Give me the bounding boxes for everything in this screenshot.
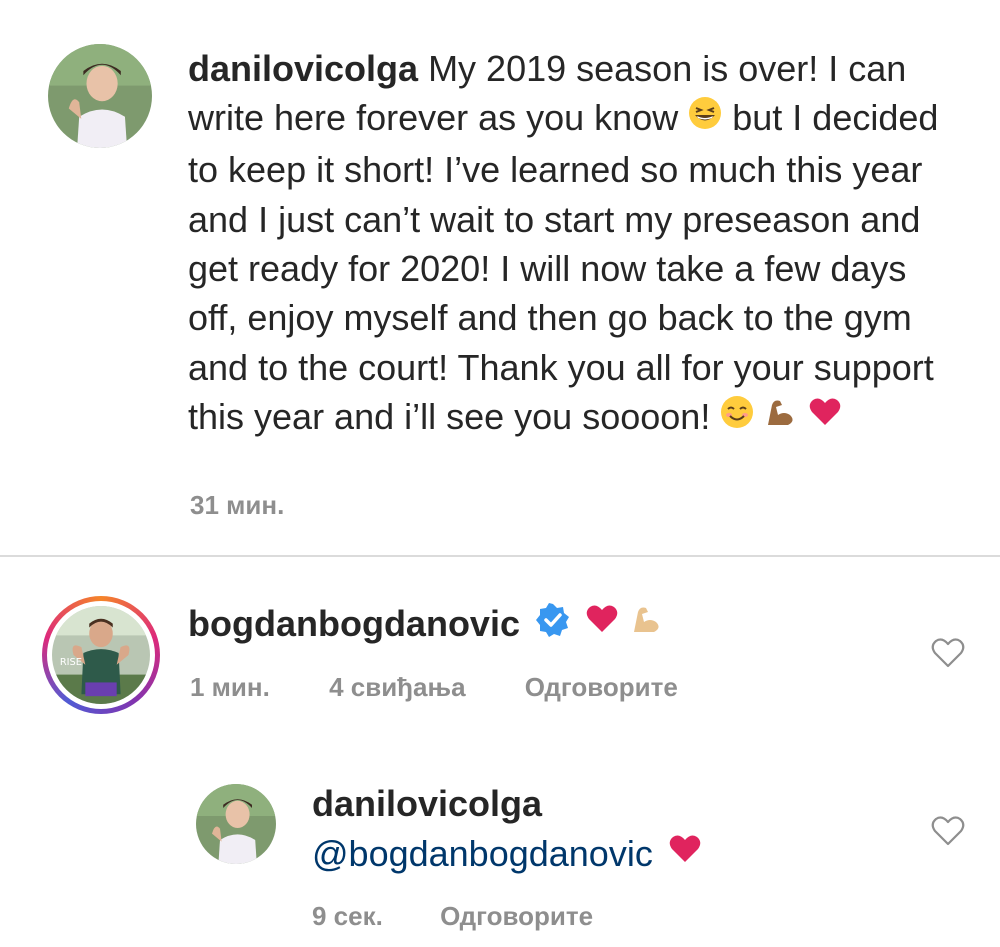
comment-username[interactable]: bogdanbogdanovic	[188, 603, 520, 644]
reply-meta: 9 сек. Одговорите	[312, 901, 593, 932]
red-heart-icon	[667, 832, 703, 875]
post-author-avatar[interactable]	[48, 44, 152, 148]
reply-username[interactable]: danilovicolga	[312, 783, 542, 825]
reply-body: @bogdanbogdanovic	[312, 833, 703, 878]
comment-time: 1 мин.	[190, 672, 270, 702]
post-caption: danilovicolga My 2019 season is over! I …	[188, 44, 948, 444]
svg-text:RISE: RISE	[60, 657, 82, 668]
caption-text-2: but I decided to keep it short! I’ve lea…	[188, 97, 939, 437]
heart-outline-icon	[931, 816, 965, 846]
comment-meta: 1 мин. 4 свиђања Одговорите	[190, 672, 678, 703]
red-heart-icon	[584, 602, 620, 645]
comment-header: bogdanbogdanovic	[188, 602, 664, 648]
comment-like-button[interactable]	[930, 636, 966, 670]
post-time: 31 мин.	[190, 490, 285, 520]
reply-author-avatar[interactable]	[196, 784, 276, 864]
verified-badge-icon	[536, 602, 570, 646]
comment-likes-link[interactable]: 4 свиђања	[329, 672, 465, 703]
reply-time: 9 сек.	[312, 901, 383, 931]
flexed-biceps-icon	[764, 392, 798, 441]
grinning-squinting-face-icon	[688, 93, 722, 142]
heart-outline-icon	[931, 638, 965, 668]
red-heart-icon	[808, 392, 842, 441]
divider	[0, 555, 1000, 557]
reply-reply-button[interactable]: Одговорите	[440, 901, 593, 932]
smiling-face-icon	[720, 392, 754, 441]
comment-reply-button[interactable]: Одговорите	[525, 672, 678, 703]
post-meta: 31 мин.	[190, 490, 284, 521]
comment-author-avatar[interactable]: RISE	[52, 606, 150, 704]
flexed-biceps-icon	[630, 602, 664, 645]
reply-like-button[interactable]	[930, 814, 966, 848]
post-author-username[interactable]: danilovicolga	[188, 48, 418, 89]
reply-mention-link[interactable]: @bogdanbogdanovic	[312, 833, 653, 874]
